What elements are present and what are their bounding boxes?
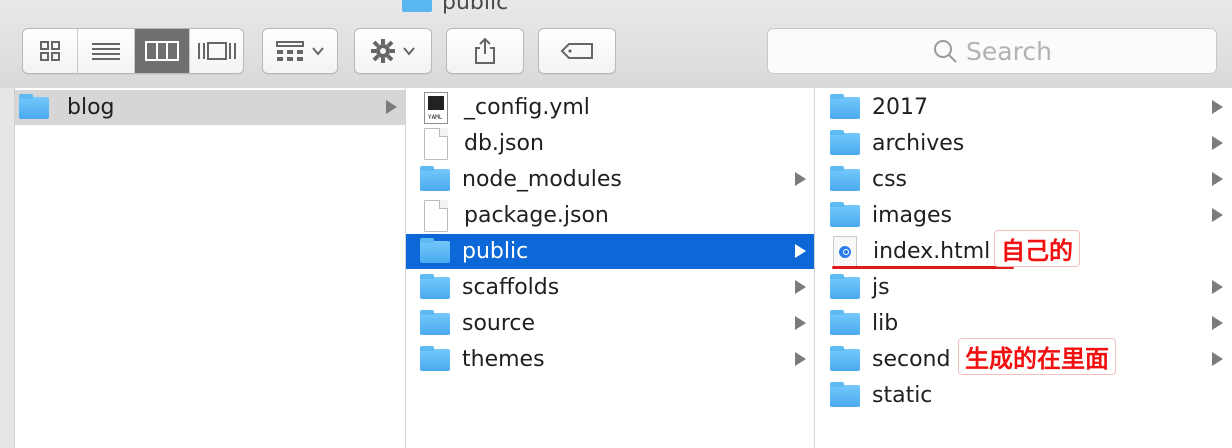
search-input[interactable]: Search: [767, 28, 1217, 74]
chevron-down-icon: [403, 47, 415, 56]
folder-icon: [420, 309, 450, 335]
disclosure-arrow-icon: [386, 100, 397, 114]
tags-button[interactable]: [538, 28, 616, 74]
disclosure-arrow-icon: [795, 280, 806, 294]
list-item[interactable]: package.json: [406, 198, 814, 233]
folder-icon: [420, 237, 450, 263]
group-by-button[interactable]: [262, 28, 338, 74]
sidebar-strip: [0, 88, 15, 448]
safari-document-icon: [833, 235, 857, 268]
item-label: static: [872, 383, 933, 408]
tag-icon: [560, 43, 593, 59]
folder-icon: [830, 345, 860, 371]
item-label: _config.yml: [464, 95, 590, 120]
coverflow-view-button[interactable]: [190, 29, 243, 73]
item-label: second: [872, 347, 951, 372]
document-icon: [424, 199, 448, 232]
annotation-underline: [832, 266, 1014, 269]
item-label: blog: [67, 95, 115, 120]
item-label: themes: [462, 347, 545, 372]
columns-icon: [145, 41, 179, 61]
item-label: index.html: [873, 239, 991, 264]
yaml-file-icon: YAML: [424, 91, 448, 124]
chevron-down-icon: [312, 47, 324, 56]
share-button[interactable]: [446, 28, 524, 74]
item-label: package.json: [464, 203, 609, 228]
list-item[interactable]: public: [406, 234, 814, 269]
folder-icon: [420, 345, 450, 371]
folder-icon: [830, 309, 860, 335]
group-icon: [276, 41, 304, 61]
document-icon: [424, 127, 448, 160]
list-item[interactable]: node_modules: [406, 162, 814, 197]
folder-icon: [402, 0, 432, 12]
disclosure-arrow-icon: [795, 172, 806, 186]
item-label: lib: [872, 311, 899, 336]
icon-view-button[interactable]: [23, 29, 77, 73]
item-label: source: [462, 311, 536, 336]
disclosure-arrow-icon: [1212, 208, 1223, 222]
action-button[interactable]: [354, 28, 432, 74]
column-browser: blog YAML _config.yml db.json node_modul…: [0, 88, 1232, 448]
list-item[interactable]: lib: [815, 306, 1231, 341]
toolbar: public Search: [0, 0, 1232, 89]
item-label: public: [462, 239, 529, 264]
column-1: blog: [15, 88, 406, 448]
gear-icon: [371, 39, 395, 63]
disclosure-arrow-icon: [1212, 100, 1223, 114]
window-title: public: [402, 0, 508, 16]
disclosure-arrow-icon: [1212, 172, 1223, 186]
column-2: YAML _config.yml db.json node_modules pa…: [406, 88, 815, 448]
disclosure-arrow-icon: [795, 244, 806, 258]
search-placeholder: Search: [966, 36, 1052, 66]
item-label: node_modules: [462, 167, 622, 192]
coverflow-icon: [197, 42, 236, 60]
list-item[interactable]: archives: [815, 126, 1231, 161]
item-label: 2017: [872, 95, 928, 120]
list-item[interactable]: source: [406, 306, 814, 341]
view-mode-segment: [22, 28, 244, 74]
list-item[interactable]: themes: [406, 342, 814, 377]
folder-icon: [830, 381, 860, 407]
list-item[interactable]: blog: [15, 90, 405, 125]
folder-icon: [830, 129, 860, 155]
list-item[interactable]: YAML _config.yml: [406, 90, 814, 125]
disclosure-arrow-icon: [1212, 136, 1223, 150]
disclosure-arrow-icon: [1212, 316, 1223, 330]
folder-icon: [420, 273, 450, 299]
list-item[interactable]: scaffolds: [406, 270, 814, 305]
folder-icon: [19, 93, 49, 119]
annotation-generated-inside: 生成的在里面: [958, 338, 1116, 375]
folder-icon: [830, 201, 860, 227]
list-item[interactable]: static: [815, 378, 1231, 413]
share-icon: [475, 37, 495, 64]
list-item[interactable]: js: [815, 270, 1231, 305]
item-label: images: [872, 203, 952, 228]
list-item[interactable]: images: [815, 198, 1231, 233]
list-item[interactable]: 2017: [815, 90, 1231, 125]
item-label: css: [872, 167, 908, 192]
disclosure-arrow-icon: [795, 316, 806, 330]
grid-icon: [40, 41, 60, 61]
disclosure-arrow-icon: [1212, 352, 1223, 366]
search-icon: [934, 40, 957, 63]
item-label: js: [872, 275, 890, 300]
folder-icon: [830, 273, 860, 299]
item-label: scaffolds: [462, 275, 560, 300]
disclosure-arrow-icon: [795, 352, 806, 366]
list-item[interactable]: css: [815, 162, 1231, 197]
column-view-button[interactable]: [135, 29, 189, 73]
item-label: db.json: [464, 131, 544, 156]
list-view-button[interactable]: [78, 29, 134, 73]
disclosure-arrow-icon: [1212, 280, 1223, 294]
folder-icon: [420, 165, 450, 191]
folder-icon: [830, 93, 860, 119]
list-icon: [92, 43, 120, 60]
annotation-self-made: 自己的: [994, 230, 1080, 267]
window-title-text: public: [442, 0, 509, 15]
list-item[interactable]: db.json: [406, 126, 814, 161]
item-label: archives: [872, 131, 965, 156]
folder-icon: [830, 165, 860, 191]
